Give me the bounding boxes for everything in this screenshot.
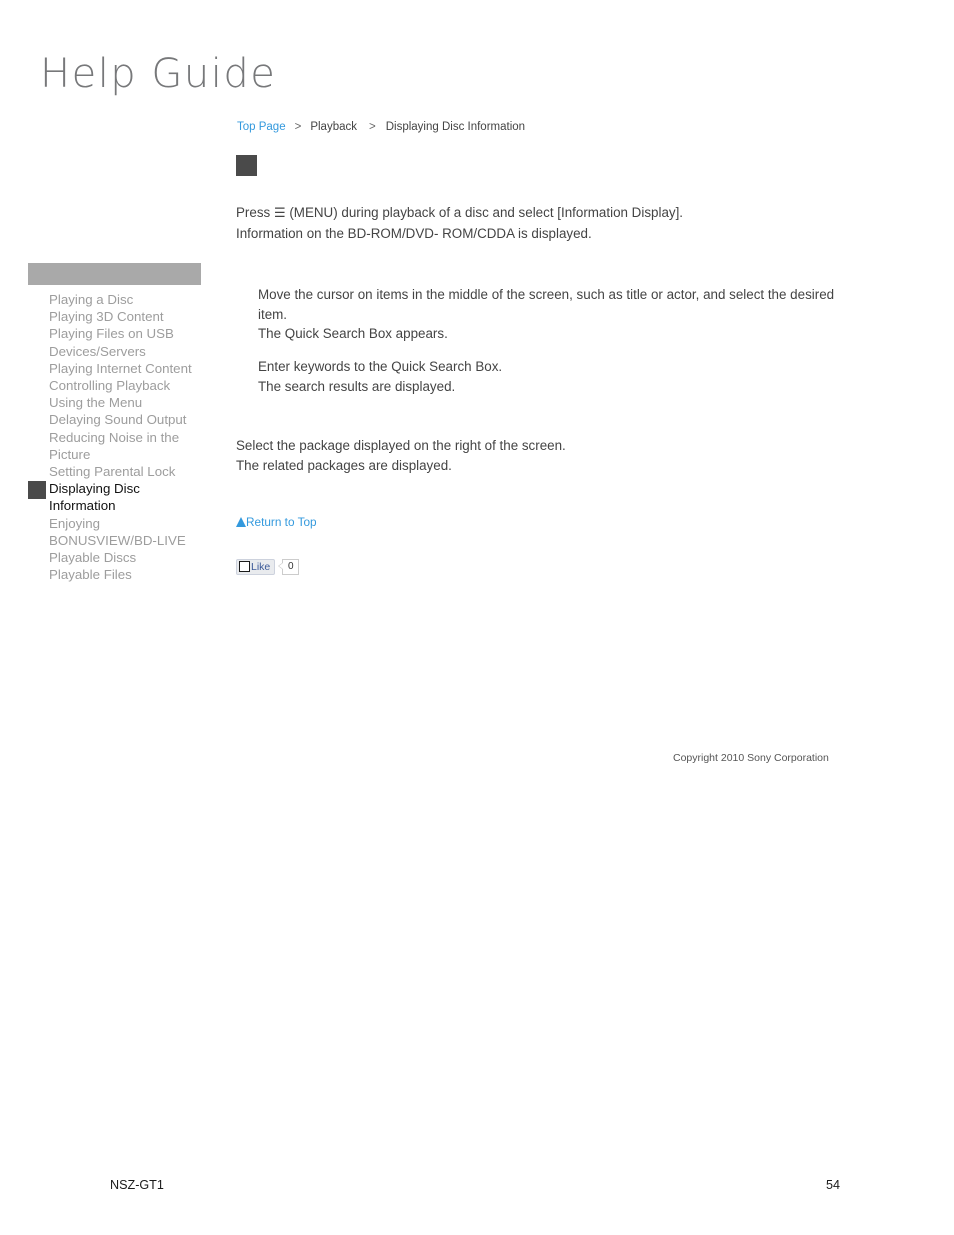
lower-line-2: The related packages are displayed. <box>236 457 452 473</box>
footer-model-number: NSZ-GT1 <box>110 1178 164 1192</box>
intro-text-before-glyph: Press <box>236 205 274 220</box>
sidebar-item-label: Playable Files <box>49 567 132 583</box>
sidebar-item-enjoying-bonusview-bd-live[interactable]: Enjoying BONUSVIEW/BD-LIVE <box>28 515 201 549</box>
sidebar-item-label: Enjoying BONUSVIEW/BD-LIVE <box>49 515 186 548</box>
like-button-label: Like <box>251 560 271 573</box>
sidebar-item-playing-a-disc[interactable]: Playing a Disc <box>28 291 201 308</box>
sidebar-item-displaying-disc-information[interactable]: Displaying Disc Information <box>28 480 201 514</box>
sidebar-item-label: Playing Internet Content <box>49 360 192 376</box>
sidebar-item-label: Setting Parental Lock <box>49 464 176 480</box>
sidebar-item-reducing-noise-in-the-picture[interactable]: Reducing Noise in the Picture <box>28 429 201 463</box>
sidebar-item-label: Controlling Playback Using the Menu <box>49 378 171 411</box>
sidebar-item-playing-files-on-usb-devices-servers[interactable]: Playing Files on USB Devices/Servers <box>28 325 201 359</box>
return-to-top-link[interactable]: Return to Top <box>236 515 317 530</box>
section-heading-image-placeholder <box>236 155 257 176</box>
indent-line-4: The search results are displayed. <box>258 378 456 394</box>
return-to-top-label: Return to Top <box>246 515 317 530</box>
help-guide-logo: Help Guide <box>40 51 277 97</box>
sidebar-item-label: Playing a Disc <box>49 292 134 307</box>
indented-instruction-block: Move the cursor on items in the middle o… <box>258 285 856 396</box>
breadcrumb-item-playback[interactable]: Playback <box>310 121 357 133</box>
callout-tail-fill <box>279 562 284 569</box>
menu-hamburger-icon: ☰ <box>273 206 286 221</box>
breadcrumb-current-page: Displaying Disc Information <box>385 121 526 133</box>
breadcrumb-separator-1: > <box>294 121 302 133</box>
breadcrumb-link-top-page[interactable]: Top Page <box>237 121 286 133</box>
breadcrumb-separator-2: > <box>369 121 376 133</box>
sidebar-item-label: Playing 3D Content <box>49 309 164 325</box>
sidebar: Playing a Disc Playing 3D Content Playing … <box>28 263 201 583</box>
indent-line-1: Move the cursor on items in the middle o… <box>258 287 835 322</box>
lower-instruction-block: Select the package displayed on the righ… <box>236 436 856 475</box>
thumbs-up-icon <box>239 561 250 573</box>
facebook-like-widget: Like 0 <box>236 558 856 576</box>
like-button[interactable]: Like <box>236 558 276 575</box>
sidebar-item-delaying-sound-output[interactable]: Delaying Sound Output <box>28 411 201 428</box>
like-count-value: 0 <box>282 558 300 575</box>
breadcrumb: Top Page > Playback > Displaying Disc Inform… <box>237 120 525 135</box>
sidebar-item-label: Playable Discs <box>49 550 137 566</box>
intro-paragraph-block: Press ☰ (MENU) during playback of a disc… <box>236 203 856 243</box>
active-item-marker-icon <box>28 481 46 500</box>
copyright-notice: Copyright 2010 Sony Corporation <box>673 752 829 764</box>
sidebar-item-playing-3d-content[interactable]: Playing 3D Content <box>28 308 201 325</box>
triangle-up-icon <box>236 517 246 528</box>
sidebar-item-label: Playing Files on USB Devices/Servers <box>49 326 174 359</box>
indent-line-2: The Quick Search Box appears. <box>258 326 448 342</box>
sidebar-item-label: Reducing Noise in the Picture <box>49 429 180 462</box>
sidebar-item-playable-discs[interactable]: Playable Discs <box>28 549 201 566</box>
footer-page-number: 54 <box>826 1178 841 1192</box>
sidebar-item-playing-internet-content[interactable]: Playing Internet Content <box>28 360 201 377</box>
sidebar-item-label: Displaying Disc Information <box>49 481 140 514</box>
sidebar-header-bar <box>28 263 201 285</box>
sidebar-item-setting-parental-lock[interactable]: Setting Parental Lock <box>28 463 201 480</box>
like-count-callout: 0 <box>278 558 300 575</box>
lower-line-1: Select the package displayed on the righ… <box>236 438 566 454</box>
sidebar-item-playable-files[interactable]: Playable Files <box>28 566 201 583</box>
indent-line-3: Enter keywords to the Quick Search Box. <box>258 358 503 374</box>
intro-line-1: Press ☰ (MENU) during playback of a disc… <box>236 203 856 224</box>
main-content: Press ☰ (MENU) during playback of a disc… <box>236 155 856 576</box>
sidebar-item-controlling-playback-using-the-menu[interactable]: Controlling Playback Using the Menu <box>28 377 201 411</box>
intro-line-2: Information on the BD-ROM/DVD- ROM/CDDA … <box>236 225 592 241</box>
sidebar-item-label: Delaying Sound Output <box>49 412 187 428</box>
sidebar-nav-list: Playing a Disc Playing 3D Content Playing … <box>28 285 201 583</box>
intro-text-after-glyph: (MENU) during playback of a disc and sel… <box>285 205 684 220</box>
